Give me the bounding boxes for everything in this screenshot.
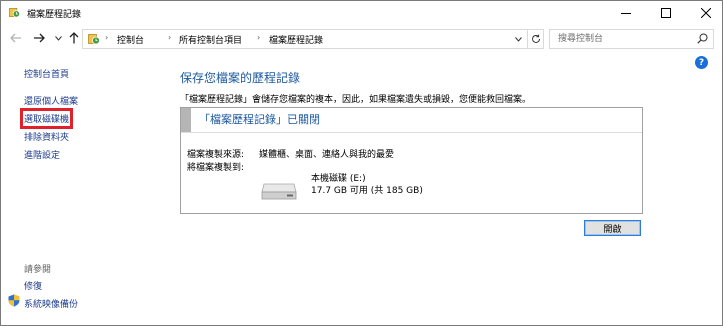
restore-personal-files-link[interactable]: 還原個人檔案 bbox=[24, 94, 78, 107]
minimize-button[interactable] bbox=[610, 1, 642, 25]
chevron-down-icon bbox=[514, 36, 522, 42]
status-indicator-bar bbox=[181, 108, 191, 132]
advanced-settings-link[interactable]: 進階設定 bbox=[24, 148, 60, 161]
arrow-right-icon bbox=[34, 33, 45, 43]
navigation-bar: › 控制台 › 所有控制台項目 › 檔案歷程記錄 bbox=[1, 25, 722, 53]
file-history-icon bbox=[9, 8, 20, 18]
maximize-button[interactable] bbox=[650, 1, 682, 25]
breadcrumb-file-history[interactable]: 檔案歷程記錄 bbox=[269, 33, 323, 46]
window-title: 檔案歷程記錄 bbox=[27, 10, 82, 20]
breadcrumb-separator: › bbox=[105, 33, 109, 42]
left-navigation-pane: 控制台首頁 還原個人檔案 選取磁碟機 排除資料夾 進階設定 請參閱 修復 系統映… bbox=[1, 53, 161, 325]
refresh-button[interactable] bbox=[527, 30, 543, 48]
page-description: 「檔案歷程記錄」會儲存您檔案的複本，因此，如果檔案遺失或損毀，您便能救回檔案。 bbox=[180, 95, 532, 105]
breadcrumb-control-panel[interactable]: 控制台 bbox=[117, 33, 144, 46]
help-button[interactable]: ? bbox=[695, 56, 708, 69]
system-image-backup-link[interactable]: 系統映像備份 bbox=[24, 297, 78, 310]
drive-space: 17.7 GB 可用 (共 185 GB) bbox=[311, 186, 423, 196]
chevron-down-icon bbox=[54, 35, 62, 41]
title-bar[interactable]: 檔案歷程記錄 bbox=[1, 1, 722, 25]
select-drive-link[interactable]: 選取磁碟機 bbox=[19, 108, 74, 129]
copy-to-label: 將檔案複製到: bbox=[187, 163, 245, 173]
address-bar[interactable]: › 控制台 › 所有控制台項目 › 檔案歷程記錄 bbox=[82, 29, 544, 49]
recent-locations-button[interactable] bbox=[53, 31, 63, 45]
close-button[interactable] bbox=[690, 1, 722, 25]
control-panel-home-link[interactable]: 控制台首頁 bbox=[24, 67, 69, 80]
copy-from-label: 檔案複製來源: bbox=[187, 150, 245, 160]
breadcrumb-all-items[interactable]: 所有控制台項目 bbox=[179, 33, 242, 46]
copy-from-value: 媒體櫃、桌面、連絡人與我的最愛 bbox=[259, 150, 395, 160]
minimize-icon bbox=[621, 13, 631, 14]
file-history-status-panel: 「檔案歷程記錄」已關閉 檔案複製來源: 媒體櫃、桌面、連絡人與我的最愛 將檔案複… bbox=[180, 107, 643, 214]
turn-on-button[interactable]: 開啟 bbox=[584, 220, 641, 236]
breadcrumb-separator: › bbox=[257, 33, 261, 42]
close-icon bbox=[701, 8, 711, 18]
forward-button[interactable] bbox=[32, 31, 46, 45]
up-button[interactable] bbox=[67, 31, 81, 45]
search-input[interactable] bbox=[558, 32, 688, 46]
see-also-header: 請參閱 bbox=[24, 265, 52, 275]
address-dropdown-button[interactable] bbox=[512, 32, 524, 46]
shield-icon bbox=[8, 294, 20, 307]
status-header: 「檔案歷程記錄」已關閉 bbox=[181, 108, 642, 132]
file-history-icon bbox=[88, 34, 100, 45]
recovery-link[interactable]: 修復 bbox=[24, 279, 42, 292]
page-heading: 保存您檔案的歷程記錄 bbox=[180, 71, 301, 85]
search-box[interactable] bbox=[549, 29, 714, 49]
refresh-icon bbox=[531, 34, 540, 43]
maximize-icon bbox=[661, 8, 671, 18]
back-button[interactable] bbox=[9, 31, 23, 45]
arrow-left-icon bbox=[10, 33, 21, 43]
divider bbox=[181, 132, 642, 133]
help-icon: ? bbox=[698, 57, 705, 68]
search-icon[interactable] bbox=[697, 33, 708, 44]
exclude-folders-link[interactable]: 排除資料夾 bbox=[24, 130, 69, 143]
breadcrumb-separator: › bbox=[168, 33, 172, 42]
hard-drive-icon bbox=[261, 183, 297, 200]
status-title: 「檔案歷程記錄」已關閉 bbox=[199, 113, 320, 126]
arrow-up-icon bbox=[69, 32, 79, 44]
file-history-window: 檔案歷程記錄 › 控制台 › 所有控制台項目 › 檔案歷程記錄 搜尋控制台 控制… bbox=[0, 0, 723, 326]
